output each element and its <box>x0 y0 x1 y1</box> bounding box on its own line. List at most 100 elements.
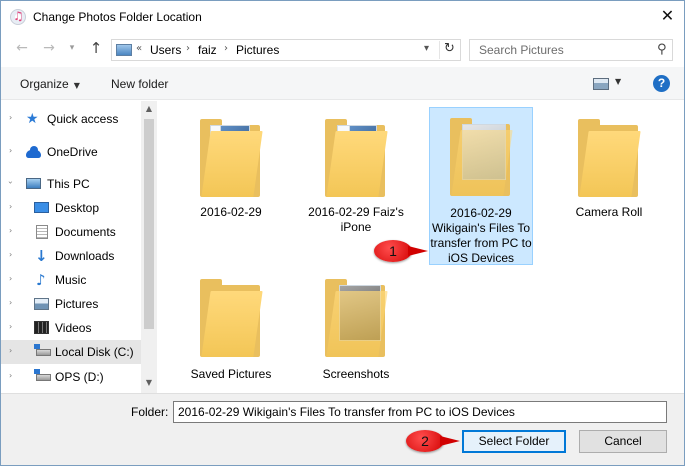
nav-item-label: Local Disk (C:) <box>55 345 134 359</box>
scroll-up-icon[interactable]: ▲ <box>141 101 157 117</box>
disk-icon <box>34 369 51 381</box>
back-arrow-icon[interactable]: ← <box>13 39 31 57</box>
expand-chevron-icon[interactable]: › <box>9 226 12 235</box>
expand-chevron-icon[interactable]: › <box>9 371 12 380</box>
folder-field[interactable] <box>173 401 667 423</box>
address-row: ← → ▾ ↑ « Users › faiz › Pictures ▾ ↻ ⚲ <box>1 33 684 65</box>
chevron-down-icon: ▼ <box>73 81 80 90</box>
window-title: Change Photos Folder Location <box>33 10 202 24</box>
nav-item-label: OPS (D:) <box>55 370 104 384</box>
disk-icon <box>34 344 51 356</box>
expand-chevron-icon[interactable]: › <box>9 298 12 307</box>
pictures-icon <box>34 298 49 310</box>
up-arrow-icon[interactable]: ↑ <box>87 39 105 57</box>
change-view-icon[interactable] <box>593 78 609 90</box>
select-folder-button[interactable]: Select Folder <box>462 430 566 453</box>
folder-field-label: Folder: <box>131 405 169 419</box>
folder-item[interactable]: Saved Pictures <box>179 273 283 385</box>
folder-icon <box>578 117 641 197</box>
new-folder-button[interactable]: New folder <box>111 77 168 91</box>
search-box: ⚲ <box>469 39 673 61</box>
nav-item-pictures[interactable]: › Pictures <box>1 292 141 316</box>
expand-chevron-icon[interactable]: › <box>9 274 12 283</box>
recent-locations-chevron-down-icon[interactable]: ▾ <box>63 39 81 57</box>
folder-label: 2016-02-29 Faiz's iPone <box>308 205 404 234</box>
nav-item-label: Videos <box>55 321 92 335</box>
expand-chevron-icon[interactable]: › <box>9 146 12 155</box>
address-overflow[interactable]: « <box>136 43 142 54</box>
cancel-button[interactable]: Cancel <box>579 430 667 453</box>
refresh-icon[interactable]: ↻ <box>439 41 459 59</box>
music-icon: ♪ <box>36 271 46 289</box>
nav-item-quick-access[interactable]: › ★ Quick access <box>1 107 141 131</box>
nav-item-music[interactable]: › ♪ Music <box>1 268 141 292</box>
nav-item-label: Quick access <box>47 112 119 126</box>
breadcrumb-pictures[interactable]: Pictures <box>236 43 279 57</box>
nav-item-label: Downloads <box>55 249 115 263</box>
nav-item-label: Desktop <box>55 201 100 215</box>
cloud-icon <box>26 145 41 159</box>
folder-label: Camera Roll <box>575 205 643 219</box>
nav-item-label: OneDrive <box>47 145 98 159</box>
nav-item-documents[interactable]: › Documents <box>1 220 141 244</box>
computer-icon <box>26 178 41 189</box>
nav-item-downloads[interactable]: › ↓ Downloads <box>1 244 141 268</box>
nav-item-desktop[interactable]: › Desktop <box>1 196 141 220</box>
organize-button[interactable]: Organize ▼ <box>20 77 80 91</box>
folder-label: Saved Pictures <box>190 367 272 381</box>
address-dropdown-chevron-down-icon[interactable]: ▾ <box>424 43 429 54</box>
organize-label: Organize <box>20 77 69 91</box>
nav-item-ops-d[interactable]: › OPS (D:) <box>1 365 141 389</box>
folder-item[interactable]: Screenshots <box>304 273 408 385</box>
folder-icon <box>200 277 263 357</box>
desktop-icon <box>34 202 49 213</box>
view-options-chevron-down-icon[interactable]: ▼ <box>615 77 621 86</box>
breadcrumb-users[interactable]: Users <box>150 43 181 57</box>
nav-item-this-pc[interactable]: › This PC <box>1 172 141 196</box>
callout-number: 1 <box>389 243 397 259</box>
address-bar[interactable]: « Users › faiz › Pictures ▾ ↻ <box>111 39 461 61</box>
nav-pane-scrollbar[interactable]: ▲ ▼ <box>141 101 157 393</box>
folder-label: 2016-02-29 <box>200 205 262 219</box>
step-callout-1: 1 <box>374 240 428 262</box>
star-icon: ★ <box>26 111 39 127</box>
breadcrumb-separator[interactable]: › <box>186 43 190 54</box>
expand-chevron-icon[interactable]: › <box>9 202 12 211</box>
nav-item-videos[interactable]: › Videos <box>1 316 141 340</box>
scrollbar-thumb[interactable] <box>144 119 154 329</box>
expand-chevron-icon[interactable]: › <box>9 113 12 122</box>
nav-item-label: This PC <box>47 177 90 191</box>
scroll-down-icon[interactable]: ▼ <box>141 375 157 391</box>
navigation-pane: › ★ Quick access › OneDrive › This PC › … <box>1 101 157 393</box>
folder-item-selected[interactable]: 2016-02-29 Wikigain's Files To transfer … <box>429 107 533 265</box>
close-icon[interactable]: ✕ <box>651 1 684 31</box>
collapse-chevron-icon[interactable]: › <box>6 181 15 184</box>
breadcrumb-separator[interactable]: › <box>224 43 228 54</box>
folder-icon <box>200 117 263 197</box>
breadcrumb-faiz[interactable]: faiz <box>198 43 217 57</box>
command-bar: Organize ▼ New folder ▼ ? <box>1 67 684 100</box>
nav-item-onedrive[interactable]: › OneDrive <box>1 140 141 164</box>
folder-item[interactable]: Camera Roll <box>557 107 661 257</box>
search-input[interactable] <box>470 40 650 60</box>
search-icon[interactable]: ⚲ <box>654 42 670 58</box>
folder-icon <box>450 116 513 196</box>
folder-item[interactable]: 2016-02-29 Faiz's iPone <box>304 107 408 257</box>
expand-chevron-icon[interactable]: › <box>9 250 12 259</box>
step-callout-2: 2 <box>406 430 460 452</box>
folder-label: Screenshots <box>322 367 390 381</box>
downloads-icon: ↓ <box>35 247 48 265</box>
folder-item[interactable]: 2016-02-29 <box>179 107 283 257</box>
expand-chevron-icon[interactable]: › <box>9 322 12 331</box>
expand-chevron-icon[interactable]: › <box>9 346 12 355</box>
forward-arrow-icon[interactable]: → <box>40 39 58 57</box>
title-bar: Change Photos Folder Location ✕ <box>1 1 684 33</box>
nav-item-label: Documents <box>55 225 116 239</box>
nav-item-local-disk-c[interactable]: › Local Disk (C:) <box>1 340 141 364</box>
videos-icon <box>34 321 49 334</box>
folder-label: 2016-02-29 Wikigain's Files To transfer … <box>430 206 532 265</box>
dialog-footer: Folder: 2 Select Folder Cancel <box>1 393 684 465</box>
documents-icon <box>36 225 48 239</box>
help-icon[interactable]: ? <box>653 75 670 92</box>
pictures-location-icon <box>116 44 132 56</box>
